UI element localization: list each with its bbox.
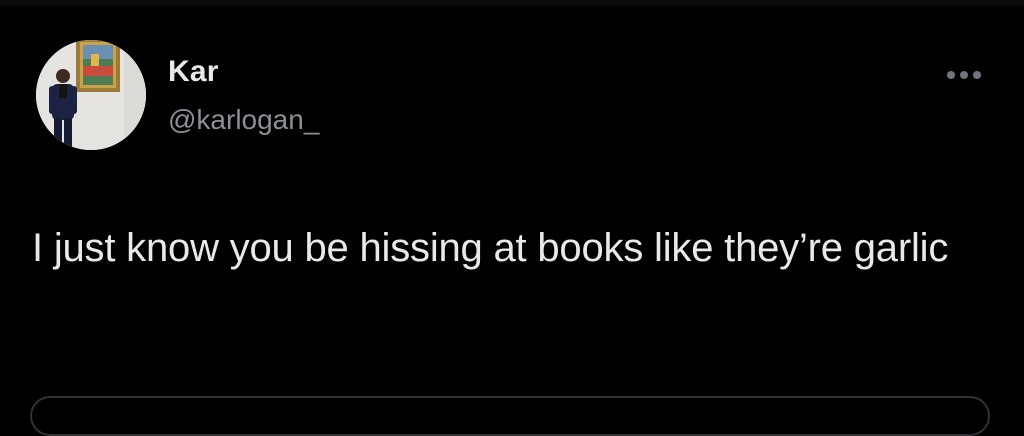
top-edge — [0, 0, 1024, 6]
author-display-name[interactable]: Kar — [168, 52, 219, 92]
avatar[interactable] — [36, 40, 146, 150]
tweet-text: I just know you be hissing at books like… — [32, 226, 949, 270]
profile-photo-icon — [36, 40, 146, 150]
more-options-button[interactable] — [936, 60, 992, 90]
action-bar-border — [30, 396, 990, 436]
more-horizontal-icon — [947, 71, 981, 79]
author-handle[interactable]: @karlogan_ — [168, 102, 319, 138]
